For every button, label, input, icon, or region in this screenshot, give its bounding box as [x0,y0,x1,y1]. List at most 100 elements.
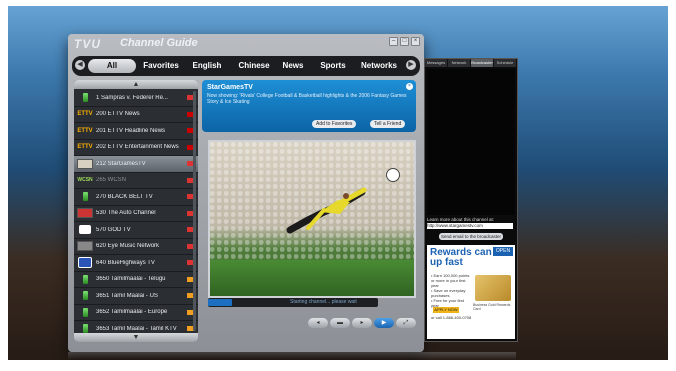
channel-label: 202 ETTV Entertainment News [96,144,179,151]
tab-news[interactable]: News [278,59,308,73]
broadcaster-preview [427,69,515,215]
bluehighways-logo [77,257,93,269]
ad-banner[interactable]: Rewards can add up fast OPEN • Earn 100,… [427,245,515,339]
fullscreen-icon[interactable]: ⤢ [396,318,416,328]
side-tab-schedule[interactable]: Schedule [494,59,517,67]
page-right-border [668,0,676,371]
side-panel: Messages Network Broadcaster Schedule Le… [424,58,518,342]
channel-label: 200 ETTV News [96,111,140,118]
buffer-progress [208,299,232,306]
add-favorites-button[interactable]: Add to Favorites [312,120,357,128]
channel-row[interactable]: 270 BLACK BELT TV [74,189,198,206]
list-scroll-up-icon[interactable]: ▲ [74,80,198,89]
window-controls: – □ × [389,37,420,46]
side-tab-bar: Messages Network Broadcaster Schedule [425,59,517,67]
ad-badge: OPEN [493,247,513,256]
side-tab-network[interactable]: Network [448,59,471,67]
channel-row[interactable]: 620 Eye Music Network [74,239,198,255]
channel-rows: 1 Sampras v. Federer Re... ETTV 200 ETTV N… [74,90,198,342]
video-player[interactable] [208,140,416,298]
channel-url-link[interactable]: http://www.stargamestv.com [427,223,513,229]
channel-label: 3652 Tamilmaalai - Europe [96,309,168,316]
window-reflection [68,352,516,360]
ad-footer: Business Gold Rewards Card [473,303,511,311]
window-title: Channel Guide [120,37,198,49]
send-email-button[interactable]: Send email to the broadcaster [439,233,503,240]
green-bar-icon [77,291,93,301]
wcsn-logo: WCSN [77,177,93,184]
channel-label: 212 StarGamesTV [96,160,146,167]
stargames-logo [77,158,93,169]
channel-row[interactable]: 3652 Tamilmaalai - Europe [74,305,198,321]
channel-guide-window: TVU Channel Guide – □ × ◀ All Favorites … [68,34,424,352]
channel-row[interactable]: 3650 Tamilmaalai - Telugu [74,272,198,288]
channel-row[interactable]: 3651 Tamil Maalai - US [74,288,198,305]
page-left-border [0,0,8,371]
info-close-icon[interactable]: × [406,83,413,90]
pitch [210,260,414,296]
channel-row[interactable]: 530 The Auto Channel [74,206,198,222]
tab-sports[interactable]: Sports [316,59,350,73]
tab-networks[interactable]: Networks [356,59,402,73]
ettv-logo: ETTV [77,144,93,151]
channel-label: 270 BLACK BELT TV [96,193,153,200]
tell-friend-button[interactable]: Tell a Friend [370,120,406,128]
channel-label: 1 Sampras v. Federer Re... [96,94,168,101]
tab-scroll-right-icon[interactable]: ▶ [406,60,416,70]
maximize-icon[interactable]: □ [400,37,409,46]
channel-row[interactable]: ETTV 202 ETTV Entertainment News [74,140,198,156]
channel-row[interactable]: WCSN 265 WCSN [74,173,198,189]
tab-chinese[interactable]: Chinese [232,59,276,73]
eye-music-logo [77,241,93,252]
channel-label: 3651 Tamil Maalai - US [96,292,158,299]
channel-row[interactable]: 1 Sampras v. Federer Re... [74,90,198,107]
auto-channel-logo [77,208,93,219]
green-bar-icon [77,307,93,317]
play-icon[interactable]: ▶ [374,318,394,328]
tab-all[interactable]: All [88,59,136,73]
channel-row[interactable]: ETTV 201 ETTV Headline News [74,123,198,140]
buffer-status-bar: Starting channel... please wait [208,298,378,307]
page-bottom-border [0,360,676,371]
channel-row[interactable]: ETTV 200 ETTV News [74,107,198,123]
tab-favorites[interactable]: Favorites [138,59,184,73]
ad-bullet: • Save on everyday purchases [431,288,466,298]
volume-slider[interactable]: ▬ [330,318,350,328]
page-top-border [0,0,676,6]
title-bar[interactable]: TVU Channel Guide – □ × [68,34,424,54]
channel-label: 620 Eye Music Network [96,243,160,250]
close-icon[interactable]: × [411,37,420,46]
channel-row[interactable]: 570 GOD TV [74,222,198,239]
learn-more-text: Learn more about this channel at: [427,217,495,222]
playback-controls: ◂ ▬ ▸ ▶ ⤢ [308,318,416,330]
tab-english[interactable]: English [186,59,228,73]
now-playing-channel: StarGamesTV [207,84,253,91]
side-tab-messages[interactable]: Messages [425,59,448,67]
green-bar-icon [77,93,93,103]
ad-bullets: • Earn 100,000 points or more in your fi… [431,273,471,308]
apply-now-button[interactable]: APPLY NOW [433,307,459,313]
channel-row[interactable]: 640 BlueHighways TV [74,255,198,272]
dice-logo [77,225,93,235]
soccer-ball [386,168,400,182]
channel-label: 570 GOD TV [96,226,131,233]
channel-label: 530 The Auto Channel [96,210,156,217]
channel-label: 201 ETTV Headline News [96,127,166,134]
volume-down-icon[interactable]: ◂ [308,318,328,328]
ad-bullet: • Earn 100,000 points or more in your fi… [431,273,470,288]
list-scroll-down-icon[interactable]: ▼ [74,333,198,342]
channel-label: 3653 Tamil Maalai - Tamil KTV [96,325,177,332]
volume-up-icon[interactable]: ▸ [352,318,372,328]
category-tab-bar: ◀ All Favorites English Chinese News Spo… [72,56,420,76]
channel-row[interactable]: 212 StarGamesTV [74,156,198,173]
green-bar-icon [77,274,93,284]
gold-card-image [475,275,511,301]
list-scrollbar[interactable] [193,91,196,331]
channel-label: 3650 Tamilmaalai - Telugu [96,276,166,283]
side-tab-broadcaster[interactable]: Broadcaster [471,59,494,67]
channel-list: ▲ 1 Sampras v. Federer Re... ETTV 200 ETTV… [74,80,198,342]
minimize-icon[interactable]: – [389,37,398,46]
now-playing-description: Now showing: 'Rivals' College Football &… [207,93,407,105]
tab-scroll-left-icon[interactable]: ◀ [75,60,85,70]
green-bar-icon [77,192,93,202]
